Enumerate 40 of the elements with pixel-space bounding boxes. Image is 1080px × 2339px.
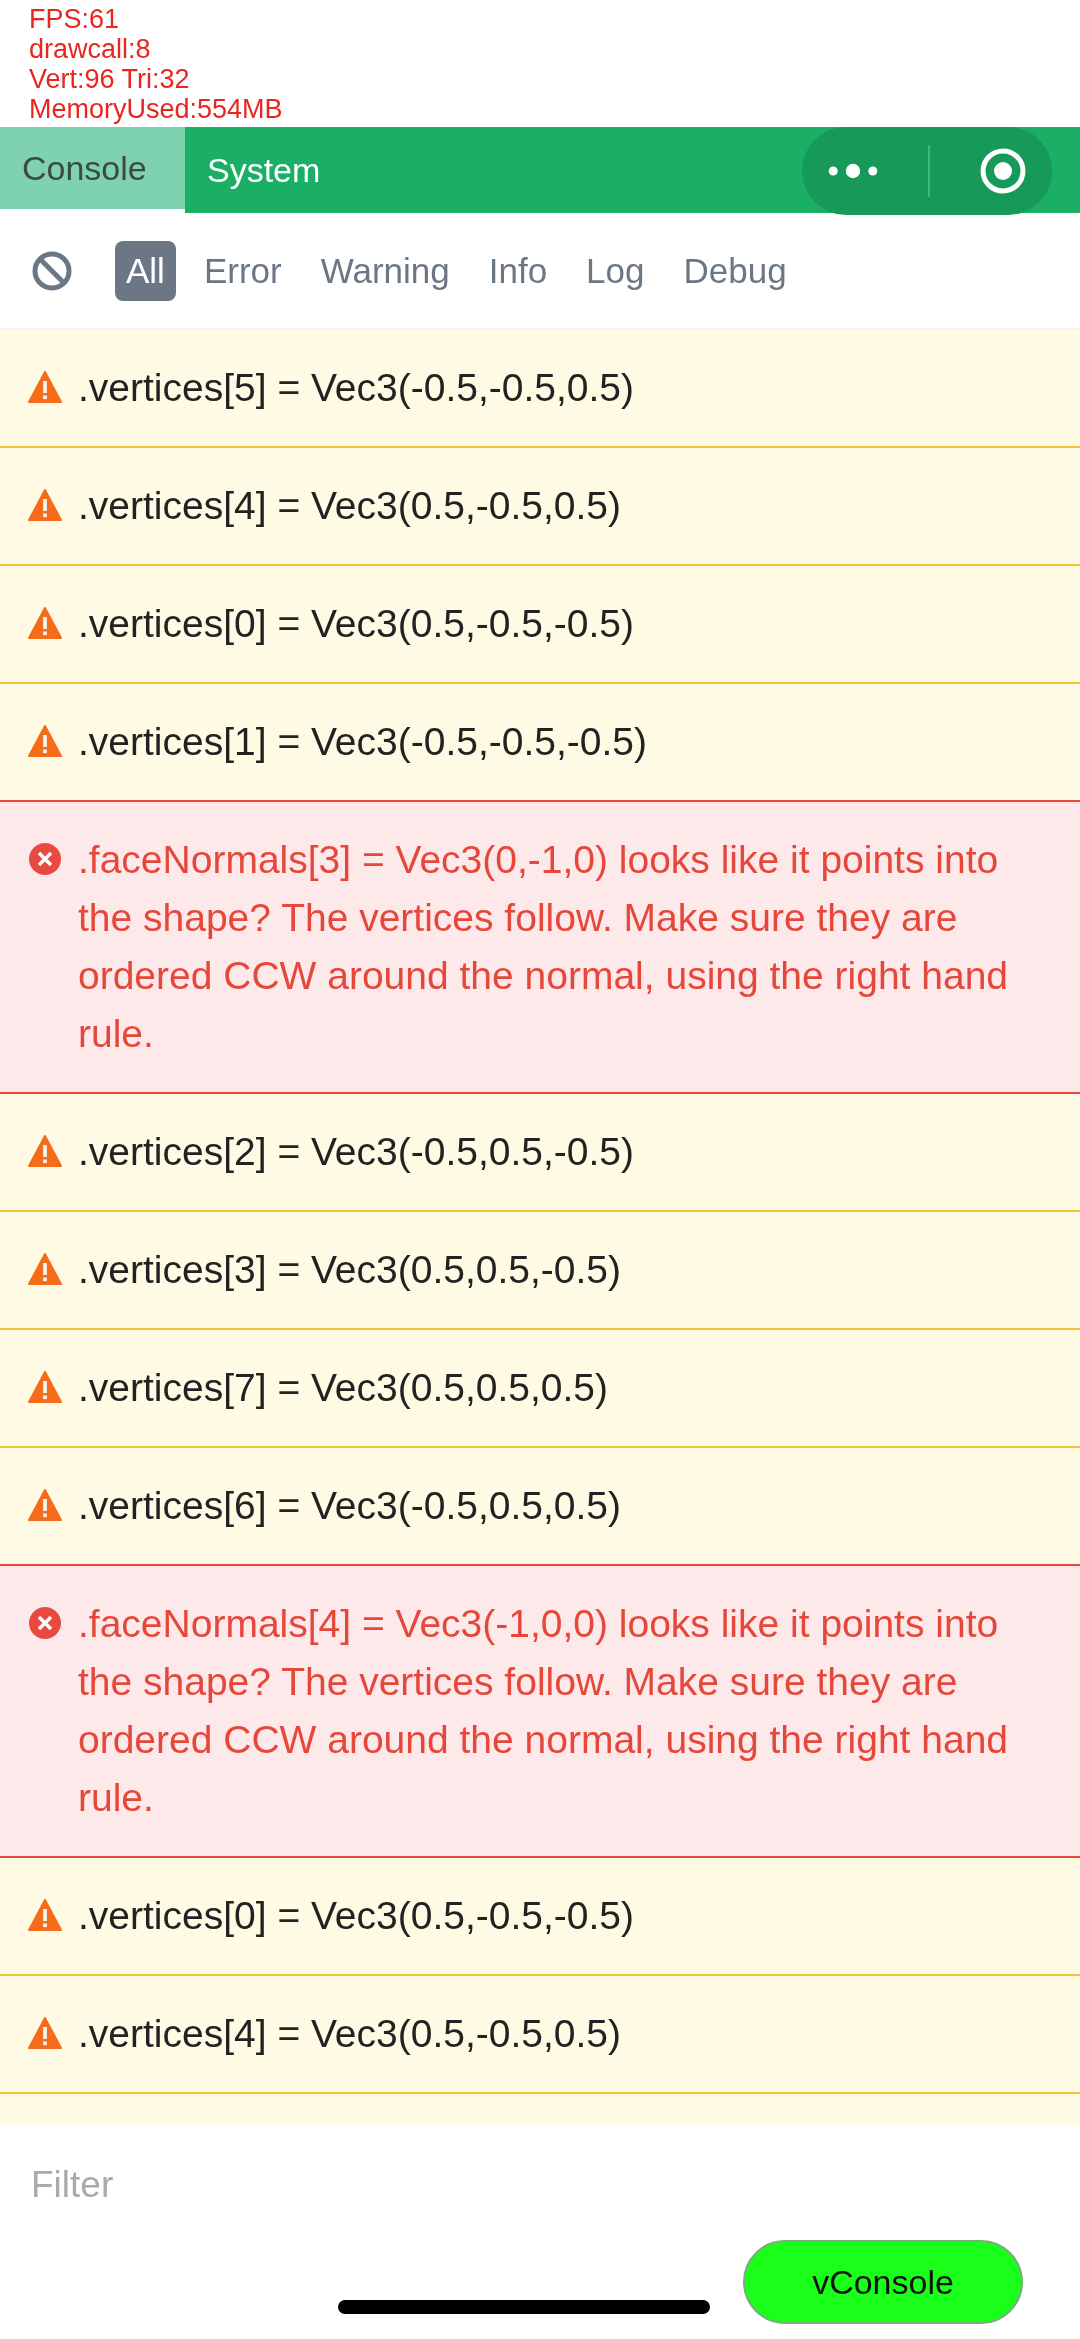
filter-tab[interactable]: Warning xyxy=(309,240,461,301)
stats-text: Vert:96 Tri:32 xyxy=(29,64,191,94)
filter-tab[interactable]: Info xyxy=(477,240,559,301)
console-tab[interactable]: Console xyxy=(0,127,185,213)
warning-icon xyxy=(28,1134,62,1168)
log-text: .vertices[2] = Vec3(-0.5,0.5,-0.5) xyxy=(78,1129,635,1175)
log-text: .faceNormals[3] = Vec3(0,-1,0) looks like it points into the shape? The vertices follow. Make sure they are ordered CCW around the normal, using the right hand rule. xyxy=(78,837,1010,1057)
error-icon xyxy=(28,842,62,876)
log-text: .vertices[4] = Vec3(0.5,-0.5,0.5) xyxy=(78,483,622,529)
log-text: .vertices[4] = Vec3(0.5,-0.5,0.5) xyxy=(78,2011,622,2057)
close-icon[interactable] xyxy=(978,146,1028,196)
filter-tab[interactable]: Debug xyxy=(672,240,798,301)
log-text: .vertices[0] = Vec3(0.5,-0.5,-0.5) xyxy=(78,1893,635,1939)
filter-field[interactable]: Filter xyxy=(29,2163,633,2207)
console-tab[interactable]: System xyxy=(185,127,351,213)
log-text: .vertices[5] = Vec3(-0.5,-0.5,0.5) xyxy=(78,365,635,411)
filter-tab[interactable]: Error xyxy=(192,240,293,301)
more-icon[interactable] xyxy=(826,162,880,180)
filter-tab[interactable]: Log xyxy=(575,240,656,301)
warning-icon xyxy=(28,2016,62,2050)
warning-icon xyxy=(28,488,62,522)
log-text: .vertices[7] = Vec3(0.5,0.5,0.5) xyxy=(78,1365,609,1411)
stats-text: MemoryUsed:554MB xyxy=(29,94,283,124)
warning-icon xyxy=(28,1370,62,1404)
warning-icon xyxy=(28,1252,62,1286)
vconsole-button[interactable]: vConsole xyxy=(743,2240,1023,2324)
stats-text: drawcall:8 xyxy=(29,34,152,64)
warning-icon xyxy=(28,606,62,640)
warning-icon xyxy=(28,1488,62,1522)
filter-tab[interactable]: All xyxy=(115,240,176,301)
warning-icon xyxy=(28,370,62,404)
log-text: .vertices[1] = Vec3(-0.5,-0.5,-0.5) xyxy=(78,719,647,765)
warning-icon xyxy=(28,1898,62,1932)
log-text: .vertices[0] = Vec3(0.5,-0.5,-0.5) xyxy=(78,601,635,647)
log-text: .vertices[6] = Vec3(-0.5,0.5,0.5) xyxy=(78,1483,622,1529)
log-text: .faceNormals[4] = Vec3(-1,0,0) looks like it points into the shape? The vertices follow. Make sure they are ordered CCW around the normal, using the right hand rule. xyxy=(78,1601,1010,1821)
stats-text: FPS:61 xyxy=(29,4,121,34)
error-icon xyxy=(28,1606,62,1640)
log-text: .vertices[3] = Vec3(0.5,0.5,-0.5) xyxy=(78,1247,622,1293)
warning-icon xyxy=(28,724,62,758)
